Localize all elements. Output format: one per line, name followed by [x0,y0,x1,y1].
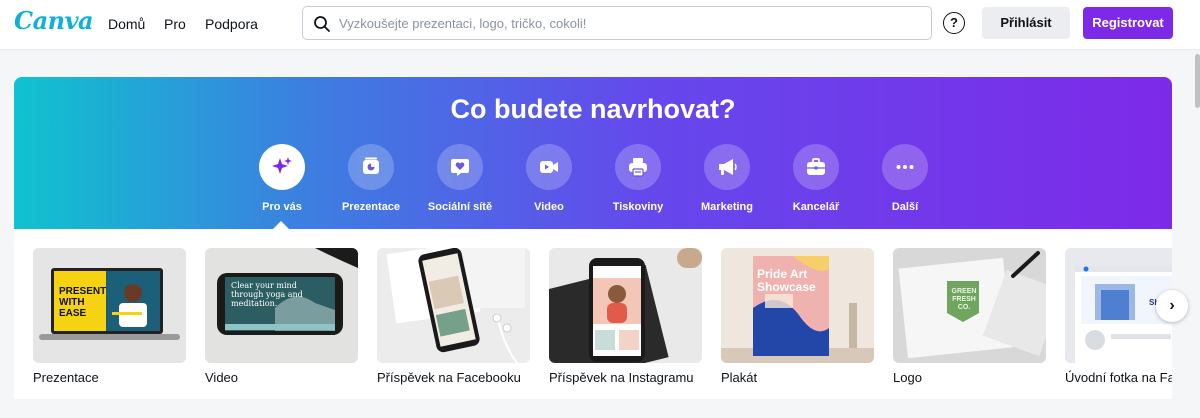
category-label: Video [534,201,564,213]
category-presentation[interactable]: Prezentace [326,144,416,213]
template-label: Příspěvek na Facebooku [377,370,521,385]
nav-home[interactable]: Domů [108,16,145,32]
template-card-presentation[interactable]: PRESENT WITH EASE Prezentace [33,248,186,385]
printer-icon [615,144,661,190]
hero-title: Co budete navrhovat? [450,94,736,124]
search-placeholder: Vyzkoušejte prezentaci, logo, tričko, co… [339,16,587,31]
top-header: Canva Domů Pro Podpora Vyzkoušejte preze… [0,0,1200,50]
thumb-text: PRESENT WITH EASE [59,286,107,319]
category-label: Pro vás [262,201,302,213]
thumb-text: Pride Art Showcase [757,267,816,294]
category-label: Marketing [701,201,753,213]
template-label: Prezentace [33,370,99,385]
login-button[interactable]: Přihlásit [982,7,1070,39]
template-thumbnail: PRESENT WITH EASE [33,248,186,363]
more-dots-icon [882,144,928,190]
category-marketing[interactable]: Marketing [682,144,772,213]
chevron-right-icon[interactable]: › [1156,290,1188,322]
template-thumbnail [377,248,530,363]
category-office[interactable]: Kancelář [771,144,861,213]
template-card-facebook-post[interactable]: Příspěvek na Facebooku [377,248,530,385]
briefcase-icon [793,144,839,190]
template-thumbnail [549,248,702,363]
search-input[interactable]: Vyzkoušejte prezentaci, logo, tričko, co… [302,6,932,40]
category-label: Prezentace [341,201,401,213]
page-scrollbar[interactable] [1195,54,1200,108]
template-label: Video [205,370,239,385]
category-video[interactable]: Video [504,144,594,213]
template-card-logo[interactable]: GREEN FRESH CO. Logo [893,248,1046,385]
search-icon [314,16,330,32]
template-card-instagram-post[interactable]: Příspěvek na Instagramu [549,248,702,385]
presentation-icon [348,144,394,190]
template-thumbnail: Clear your mind through yoga and meditat… [205,248,358,363]
template-thumbnail: GREEN FRESH CO. [893,248,1046,363]
template-label: Úvodní fotka na Facebook [1065,370,1172,385]
nav-pro[interactable]: Pro [164,16,186,32]
nav-support[interactable]: Podpora [205,16,258,32]
template-thumbnail: Pride Art Showcase [721,248,874,363]
template-label: Příspěvek na Instagramu [549,370,694,385]
template-card-poster[interactable]: Pride Art Showcase Plakát [721,248,874,385]
thumb-text: GREEN FRESH CO. [951,288,977,311]
template-label: Logo [893,370,922,385]
thumb-text: Clear your mind through yoga and meditat… [231,281,303,308]
video-camera-icon [526,144,572,190]
category-label: Sociální sítě [427,201,493,213]
canva-logo[interactable]: Canva [14,6,94,35]
category-label: Tiskoviny [612,201,664,213]
category-more[interactable]: Další [860,144,950,213]
category-social-media[interactable]: Sociální sítě [415,144,505,213]
design-hero-banner: Co budete navrhovat? Pro vás Prezentace [14,77,1172,229]
template-card-facebook-cover[interactable]: Shopping Úvodní fotka na Facebook [1065,248,1172,385]
category-for-you[interactable]: Pro vás [237,144,327,213]
sparkles-icon [259,144,305,190]
template-card-video[interactable]: Clear your mind through yoga and meditat… [205,248,358,385]
template-label: Plakát [721,370,758,385]
megaphone-icon [704,144,750,190]
heart-chat-icon [437,144,483,190]
category-label: Další [891,201,919,213]
category-label: Kancelář [792,201,840,213]
help-icon[interactable]: ? [943,12,965,34]
register-button[interactable]: Registrovat [1083,7,1173,39]
template-carousel: PRESENT WITH EASE Prezentace Clear your … [14,229,1172,399]
category-print[interactable]: Tiskoviny [593,144,683,213]
